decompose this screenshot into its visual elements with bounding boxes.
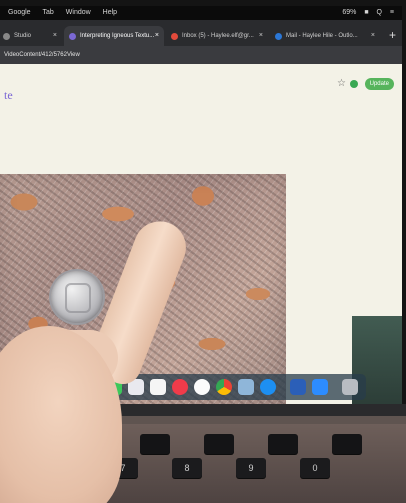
key-8: 8 [172,458,202,478]
menubar-status: 69% ■ Q ≡ [336,6,394,20]
outlook-favicon-icon [275,33,282,40]
app-store-icon[interactable] [260,379,276,395]
tab-studio[interactable]: Studio × [0,26,62,46]
photo-scene: Google Tab Window Help 69% ■ Q ≡ Studio … [0,0,406,503]
tab-label: Mail - Haylee Hile - Outlo... [286,33,358,39]
key-0: 0 [300,458,330,478]
tab-gmail-inbox[interactable]: Inbox (5) - Haylee.elf@gr... × [166,26,268,46]
tab-label: Studio [14,33,32,39]
battery-percent: 69% [342,9,357,16]
news-icon[interactable] [172,379,188,395]
key-top-row [140,434,170,454]
course-favicon-icon [69,33,76,40]
close-icon[interactable]: × [53,26,57,46]
bookmark-star-icon[interactable]: ☆ [337,78,346,89]
extension-icon[interactable] [350,80,358,88]
browser-tab-strip: Studio × Interpreting Igneous Textu... ×… [0,20,402,46]
spotlight-icon[interactable]: Q [377,9,382,16]
address-bar[interactable]: VideoContent/412/5762View [0,46,402,64]
gmail-favicon-icon [171,33,178,40]
new-tab-icon[interactable]: + [389,28,396,42]
zoom-icon[interactable] [312,379,328,395]
studio-favicon-icon [3,33,10,40]
key-top-row [268,434,298,454]
update-button[interactable]: Update [364,78,394,90]
tab-label: Inbox (5) - Haylee.elf@gr... [182,33,254,39]
coin-scale-reference [51,271,103,323]
word-icon[interactable] [290,379,306,395]
trash-icon[interactable] [342,379,358,395]
close-icon[interactable]: × [155,26,159,46]
close-icon[interactable]: × [371,26,375,46]
close-icon[interactable]: × [259,26,263,46]
key-9: 9 [236,458,266,478]
menu-item-tab[interactable]: Tab [43,6,54,20]
macos-menubar: Google Tab Window Help 69% ■ Q ≡ [0,6,402,20]
chrome-icon[interactable] [216,379,232,395]
preview-icon[interactable] [238,379,254,395]
menu-item-help[interactable]: Help [103,6,117,20]
menu-item-google[interactable]: Google [8,6,31,20]
tab-outlook-mail[interactable]: Mail - Haylee Hile - Outlo... × [270,26,380,46]
tab-igneous-textures[interactable]: Interpreting Igneous Textu... × [64,26,164,46]
page-title: te [4,88,13,102]
control-center-icon[interactable]: ≡ [390,9,394,16]
calendar-icon[interactable] [150,379,166,395]
key-top-row [204,434,234,454]
menu-item-window[interactable]: Window [66,6,91,20]
key-top-row [332,434,362,454]
tab-label: Interpreting Igneous Textu... [80,33,155,39]
url-text: VideoContent/412/5762View [4,52,80,58]
macos-dock [98,374,366,400]
music-icon[interactable] [194,379,210,395]
battery-icon[interactable]: ■ [364,9,368,16]
